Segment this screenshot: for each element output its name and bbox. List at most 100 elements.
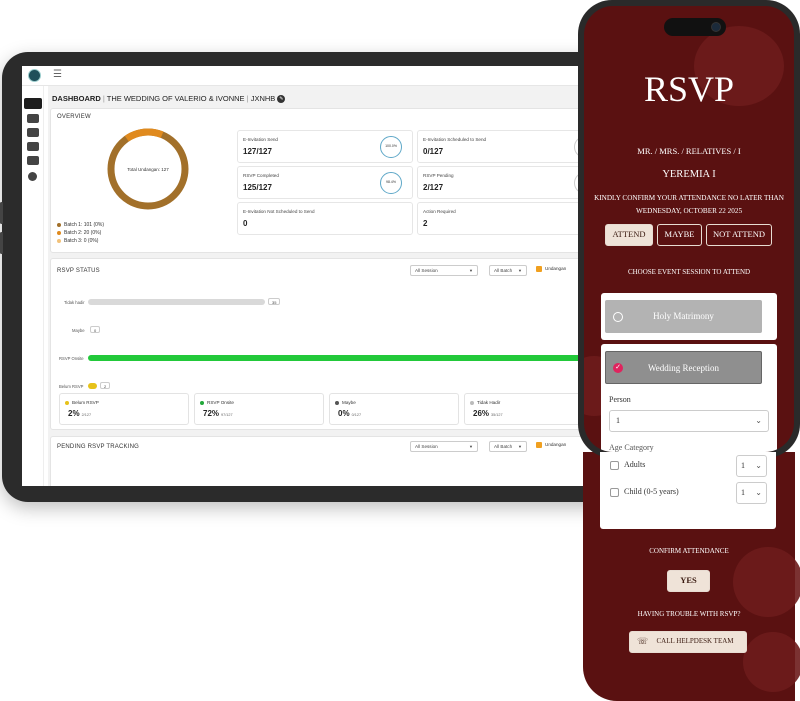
stat-einvitation-send[interactable]: E-Invitation Send 127/127 100.0% (237, 130, 413, 163)
maybe-button[interactable]: MAYBE (657, 224, 702, 246)
chevron-down-icon: ⌄ (755, 461, 762, 470)
summary-pct: 2% (68, 409, 80, 418)
list-icon[interactable] (27, 114, 39, 123)
checked-icon: ✓ (613, 363, 623, 373)
person-select-value: 1 (616, 416, 620, 425)
summary-of: 2/127 (81, 413, 92, 417)
person-select[interactable]: 1 ⌄ (609, 410, 769, 432)
summary-label: Tidak Hadir (477, 400, 501, 405)
adults-qty-select[interactable]: 1 ⌄ (736, 455, 767, 477)
legend-batch-2: Batch 2: 20 (0%) (57, 230, 101, 236)
stat-label: Action Required (423, 209, 456, 214)
person-label: Person (609, 395, 631, 404)
bar-count: 35 (268, 298, 281, 305)
summary-label: RSVP Onsite (207, 400, 234, 405)
summary-pct: 0% (338, 409, 350, 418)
bar-label: RSVP Onsite (59, 356, 84, 361)
bar-tidak-hadir (88, 299, 265, 305)
session-holy-matrimony[interactable]: Holy Matrimony (605, 300, 762, 333)
status-dot (335, 400, 339, 405)
pending-title: PENDING RSVP TRACKING (57, 444, 139, 450)
bar-count: 2 (100, 382, 111, 389)
session-holy-matrimony-panel[interactable]: Holy Matrimony (601, 293, 777, 340)
building-icon[interactable] (27, 142, 39, 151)
tablet-device: ☰ DASHBOARD | THE WEDDING OF VALERIO & I… (0, 52, 642, 502)
stat-label: RSVP Pending (423, 173, 454, 178)
edit-icon[interactable]: ✎ (277, 95, 286, 104)
session-select[interactable]: All Session ▼ (410, 265, 478, 276)
chevron-down-icon: ▼ (518, 444, 522, 449)
bar-rsvp-onsite (88, 355, 608, 361)
child-qty-value: 1 (741, 488, 745, 497)
summary-maybe[interactable]: Maybe 0% 0/127 (329, 393, 459, 425)
dashboard-icon[interactable] (24, 98, 42, 109)
helpdesk-label: CALL HELPDESK TEAM (656, 637, 734, 645)
sidebar (22, 86, 44, 486)
inbox-icon[interactable] (27, 128, 39, 137)
breadcrumb: DASHBOARD | THE WEDDING OF VALERIO & IVO… (52, 94, 286, 104)
unchecked-icon (613, 312, 623, 322)
pending-session-select[interactable]: All Session ▼ (410, 441, 478, 452)
breadcrumb-section[interactable]: DASHBOARD (52, 94, 101, 103)
guest-name: YEREMIA I (662, 169, 716, 180)
call-helpdesk-button[interactable]: ☏ CALL HELPDESK TEAM (629, 631, 747, 653)
legend-label: Batch 1: 101 (0%) (64, 222, 105, 228)
legend-batch-3: Batch 3: 0 (0%) (57, 238, 98, 244)
batch-select-value: All Batch (494, 444, 513, 449)
confirm-deadline-line2: WEDNESDAY, OCTOBER 22 2025 (635, 207, 743, 215)
stat-rsvp-completed[interactable]: RSVP Completed 125/127 98.4% (237, 166, 413, 199)
pending-batch-select[interactable]: All Batch ▼ (489, 441, 527, 452)
pending-undangan-filter[interactable]: Undangan (536, 442, 566, 448)
summary-pct: 72% (203, 409, 220, 418)
stat-value: 0 (243, 219, 248, 228)
stat-ring: 100.0% (380, 136, 402, 158)
summary-of: 0/127 (351, 413, 362, 417)
stat-value: 0/127 (423, 147, 444, 156)
not-attend-button[interactable]: NOT ATTEND (706, 224, 772, 246)
stat-not-scheduled[interactable]: E-Invitation Not Scheduled to Send 0 (237, 202, 413, 235)
child-checkbox[interactable] (610, 488, 619, 497)
batch-select[interactable]: All Batch ▼ (489, 265, 527, 276)
undangan-label: Undangan (545, 442, 567, 448)
child-qty-select[interactable]: 1 ⌄ (736, 482, 767, 504)
attend-button[interactable]: ATTEND (605, 224, 653, 246)
bar-belum-rsvp (88, 383, 97, 389)
legend-dot (57, 230, 61, 235)
phone-screen: RSVP MR. / MRS. / RELATIVES / I YEREMIA … (584, 6, 794, 452)
bar-label: Maybe (72, 328, 85, 333)
overview-card: OVERVIEW Total Undangan: 127 Batch 1: 10… (50, 108, 622, 253)
stat-rsvp-pending[interactable]: RSVP Pending 2/127 1.6 (417, 166, 596, 199)
breadcrumb-event: THE WEDDING OF VALERIO & IVONNE (106, 94, 245, 103)
confirm-deadline-line1: KINDLY CONFIRM YOUR ATTENDANCE NO LATER … (594, 194, 784, 202)
status-dot (200, 400, 204, 405)
stat-value: 127/127 (243, 147, 272, 156)
dashboard-main: DASHBOARD | THE WEDDING OF VALERIO & IVO… (48, 86, 622, 486)
rsvp-title: RSVP (643, 69, 735, 109)
chevron-down-icon: ▼ (518, 268, 522, 273)
undangan-filter[interactable]: Undangan (536, 266, 566, 272)
stat-ring: 98.4% (380, 172, 402, 194)
bar-label: Belum RSVP (59, 384, 84, 389)
adults-checkbox[interactable] (610, 461, 619, 470)
menu-icon[interactable]: ☰ (53, 69, 62, 80)
rsvp-status-card: RSVP STATUS All Session ▼ All Batch ▼ Unda… (50, 258, 622, 430)
stat-einvitation-scheduled[interactable]: E-Invitation Scheduled to Send 0/127 0.0 (417, 130, 596, 163)
summary-label: Maybe (342, 400, 356, 405)
yes-button[interactable]: YES (667, 570, 710, 592)
top-bar: ☰ (22, 66, 622, 86)
summary-rsvp-onsite[interactable]: RSVP Onsite 72% 97/127 (194, 393, 324, 425)
session-select-value: All Session (415, 268, 438, 273)
flower-decoration (733, 547, 800, 617)
stat-action-required[interactable]: Action Required 2 (417, 202, 593, 235)
status-dot (65, 400, 69, 405)
logout-icon[interactable] (28, 172, 37, 181)
summary-belum-rsvp[interactable]: Belum RSVP 2% 2/127 (59, 393, 189, 425)
summary-tidak-hadir[interactable]: Tidak Hadir 26% 35/127 (464, 393, 594, 425)
session-wedding-reception[interactable]: Wedding Reception (605, 351, 762, 384)
summary-pct: 26% (473, 409, 490, 418)
summary-of: 97/127 (221, 413, 233, 417)
monitor-icon[interactable] (27, 156, 39, 165)
app-logo (28, 69, 41, 82)
chevron-down-icon: ▼ (469, 444, 473, 449)
adults-label: Adults (624, 460, 646, 469)
